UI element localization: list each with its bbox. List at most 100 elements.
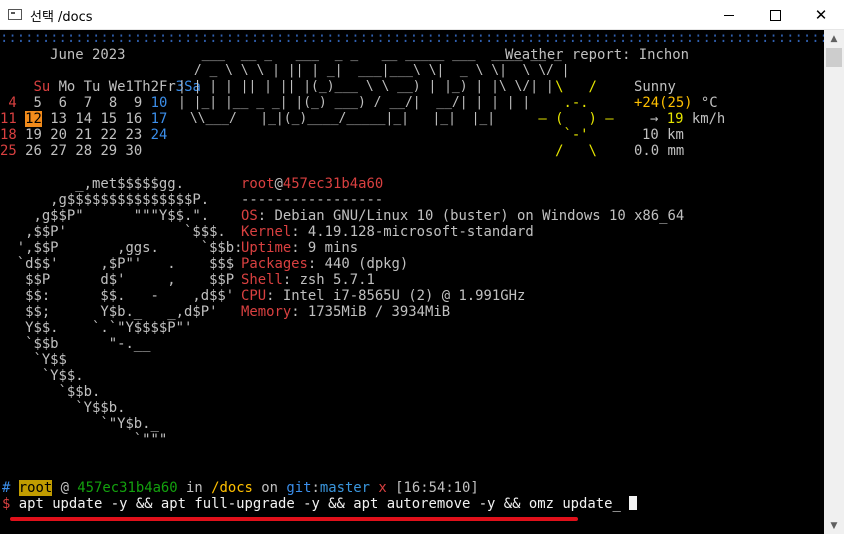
- calendar-week-3: 11 12 13 14 15 16 17: [0, 111, 167, 127]
- weather-sun-art: / \: [530, 143, 639, 159]
- day: 21: [75, 127, 93, 143]
- logo-line: ',$$P ,ggs. `$$b:: [0, 240, 243, 256]
- logo-line: `d$$' ,$P"' . $$$: [0, 256, 235, 272]
- day: 19: [25, 127, 42, 143]
- logo-line: `$$b.: [0, 384, 101, 400]
- close-button[interactable]: ✕: [798, 0, 844, 30]
- day: 25: [0, 143, 17, 159]
- logo-line: `Y$$.: [0, 368, 84, 384]
- window-title: 선택 /docs: [30, 10, 93, 25]
- weather-temperature: +24(25) °C: [634, 95, 718, 111]
- prompt-git-sep: :: [311, 480, 320, 496]
- sysinfo-row: Packages: 440 (dpkg): [241, 256, 409, 272]
- weather-sun-art: .-.: [530, 95, 639, 111]
- logo-line: $$; Y$b._ _,d$P': [0, 304, 218, 320]
- maximize-button[interactable]: [752, 0, 798, 30]
- temp-unit: °C: [692, 95, 718, 111]
- logo-line: `"Y$b._: [0, 416, 159, 432]
- wind-speed: 19: [666, 111, 684, 127]
- scroll-up-button[interactable]: ▲: [824, 30, 844, 47]
- terminal-output[interactable]: ::::::::::::::::::::::::::::::::::::::::…: [0, 30, 824, 534]
- sysinfo-key: CPU: [241, 288, 267, 304]
- sysinfo-key: OS: [241, 208, 258, 224]
- sysinfo-row: Kernel: 4.19.128-microsoft-standard: [241, 224, 534, 240]
- sysinfo-value: Debian GNU/Linux 10 (buster) on Windows …: [274, 208, 685, 224]
- day: 5: [33, 95, 42, 111]
- sysinfo-at: @: [274, 176, 283, 192]
- day: 2: [150, 79, 159, 95]
- prompt-hash: #: [2, 480, 11, 496]
- day: 4: [8, 95, 17, 111]
- day: 20: [50, 127, 67, 143]
- calendar-week-5: 25 26 27 28 29 30: [0, 143, 142, 159]
- weather-heading: Weather report: Inchon: [505, 47, 689, 63]
- day: 9: [133, 95, 143, 111]
- day: 13: [50, 111, 67, 127]
- day: 26: [25, 143, 42, 159]
- day: 16: [125, 111, 143, 127]
- minimize-button[interactable]: [706, 0, 752, 30]
- text-cursor: [628, 496, 637, 510]
- logo-line: `Y$$b.: [0, 400, 126, 416]
- weather-sun-art: \ /: [530, 79, 639, 95]
- calendar-weekdays: Su Mo Tu We Th Fr Sa: [0, 63, 200, 95]
- weather-condition: Sunny: [634, 79, 676, 95]
- banner-dots: ::::::::::::::::::::::::::::::::::::::::…: [0, 30, 824, 46]
- scrollbar-track[interactable]: [824, 47, 844, 517]
- ascii-title-line: / _ \ \ \ | || | _| ___|___\ \| _ \ \| \…: [186, 63, 570, 78]
- sysinfo-user: root: [241, 176, 275, 192]
- weather-visibility: 10 km: [642, 127, 684, 143]
- sysinfo-row: Memory: 1735MiB / 3934MiB: [241, 304, 451, 320]
- ascii-title-line: | | | | || | || |(_)___ \ \ __) | |_) | …: [178, 79, 554, 94]
- day: 28: [75, 143, 93, 159]
- logo-line: Y$$. `.`"Y$$$$P"': [0, 320, 193, 336]
- day: 18: [0, 127, 17, 143]
- prompt-in: in: [177, 480, 212, 496]
- day: 15: [100, 111, 118, 127]
- calendar-week-4: 18 19 20 21 22 23 24: [0, 127, 167, 143]
- temp-main: +24: [634, 95, 660, 111]
- prompt-host: 457ec31b4a60: [77, 480, 178, 496]
- logo-line: `Y$$: [0, 352, 67, 368]
- wind-unit: km/h: [683, 111, 726, 127]
- prompt-time: [16:54:10]: [386, 480, 479, 496]
- sysinfo-key: Kernel: [241, 224, 292, 240]
- scroll-down-button[interactable]: ▼: [824, 517, 844, 534]
- prompt-dir: /docs: [211, 480, 253, 496]
- prompt-user: root: [18, 480, 53, 496]
- close-icon: ✕: [814, 6, 828, 24]
- day: 22: [100, 127, 118, 143]
- day: 24: [150, 127, 168, 143]
- sysinfo-row: Uptime: 9 mins: [241, 240, 359, 256]
- sysinfo-value: 4.19.128-microsoft-standard: [307, 224, 534, 240]
- weather-precipitation: 0.0 mm: [634, 143, 685, 159]
- day: 6: [58, 95, 67, 111]
- weather-sun-art: `-': [530, 127, 639, 143]
- sysinfo-key: Packages: [241, 256, 308, 272]
- prompt-line: # root @ 457ec31b4a60 in /docs on git:ma…: [2, 480, 479, 496]
- maximize-icon: [769, 9, 781, 21]
- ascii-title-line: | |_| |__ _ _| |(_) ___) / __/| __/| | |…: [178, 95, 531, 110]
- console-icon[interactable]: [8, 9, 22, 20]
- prompt-at: @: [52, 480, 78, 496]
- command-line[interactable]: $ apt update -y && apt full-upgrade -y &…: [2, 496, 637, 512]
- prompt-on: on: [252, 480, 287, 496]
- sysinfo-value: Intel i7-8565U (2) @ 1.991GHz: [282, 288, 526, 304]
- annotation-underline: [10, 517, 578, 521]
- ascii-title-line: \\___/ |_|(_)____/_____|_| |_| |_|: [182, 111, 503, 126]
- sysinfo-row: Shell: zsh 5.7.1: [241, 272, 375, 288]
- sysinfo-key: Shell: [241, 272, 283, 288]
- prompt-git-label: git: [286, 480, 312, 496]
- sysinfo-value: zsh 5.7.1: [299, 272, 375, 288]
- command-input[interactable]: apt update -y && apt full-upgrade -y && …: [10, 496, 613, 512]
- day: 30: [125, 143, 143, 159]
- calendar-week-2: 4 5 6 7 8 9 10: [0, 95, 167, 111]
- scrollbar-thumb[interactable]: [826, 48, 842, 67]
- day: 1: [125, 79, 134, 95]
- sysinfo-key: Uptime: [241, 240, 292, 256]
- day: 10: [150, 95, 168, 111]
- day: 8: [108, 95, 118, 111]
- day: 29: [100, 143, 118, 159]
- day: 27: [50, 143, 67, 159]
- prompt-dirty: x: [370, 480, 387, 496]
